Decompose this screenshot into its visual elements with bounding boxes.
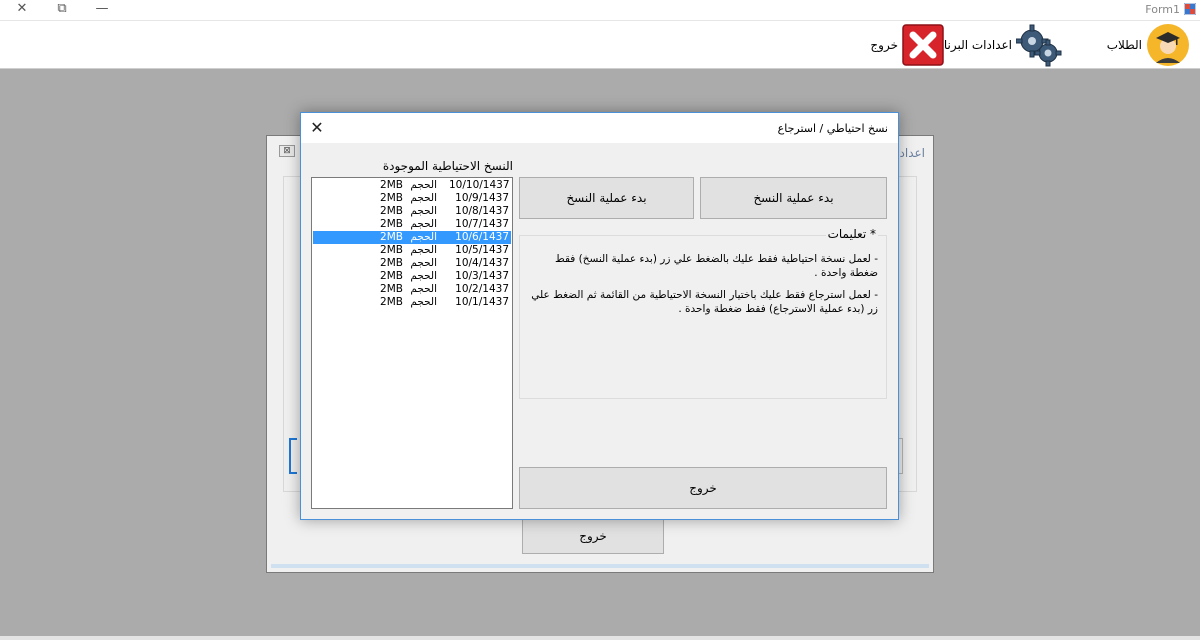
backup-date: 10/10/1437 — [449, 179, 510, 191]
backup-size-label: الحجم — [410, 270, 437, 282]
backup-size-label: الحجم — [410, 257, 437, 269]
backup-list-item[interactable]: 10/3/1437 الحجم 2MB — [313, 270, 511, 283]
toolbar-item-settings[interactable]: اعدادات البرنامج — [926, 21, 1062, 69]
instruction-backup: - لعمل نسخة احتياطية فقط عليك بالضغط علي… — [555, 253, 878, 279]
close-window-button[interactable]: ✕ — [2, 0, 42, 20]
window-title: Form1 — [1145, 3, 1180, 16]
dialog-title-bar: نسخ احتياطي / استرجاع ✕ — [301, 113, 898, 143]
restore-window-button[interactable]: ⧉ — [42, 0, 82, 20]
backup-list-item[interactable]: 10/10/1437 الحجم 2MB — [313, 179, 511, 192]
backup-size-label: الحجم — [410, 192, 437, 204]
settings-exit-button[interactable]: خروج — [522, 518, 664, 554]
backup-restore-dialog: نسخ احتياطي / استرجاع ✕ النسخ الاحتياطية… — [300, 112, 899, 520]
backup-list-item[interactable]: 10/7/1437 الحجم 2MB — [313, 218, 511, 231]
backup-size: 2MB — [380, 179, 403, 191]
gear-icon — [1016, 24, 1062, 67]
backup-date: 10/3/1437 — [455, 270, 509, 282]
instructions-text: - لعمل نسخة احتياطية فقط عليك بالضغط علي… — [524, 252, 878, 324]
backup-date: 10/8/1437 — [455, 205, 509, 217]
backup-size: 2MB — [380, 218, 403, 230]
toolbar-item-exit[interactable]: خروج — [866, 21, 944, 69]
instructions-group: * تعليمات - لعمل نسخة احتياطية فقط عليك … — [519, 227, 887, 399]
backup-list-item[interactable]: 10/2/1437 الحجم 2MB — [313, 283, 511, 296]
backup-size: 2MB — [380, 270, 403, 282]
backup-date: 10/6/1437 — [455, 231, 509, 243]
bottom-edge — [0, 636, 1200, 640]
minimize-window-button[interactable]: — — [82, 0, 122, 20]
backup-size-label: الحجم — [410, 179, 437, 191]
backup-size-label: الحجم — [410, 231, 437, 243]
settings-bottom-strip — [271, 564, 929, 568]
settings-focused-control[interactable] — [289, 438, 297, 474]
backup-list-item[interactable]: 10/8/1437 الحجم 2MB — [313, 205, 511, 218]
backup-date: 10/1/1437 — [455, 296, 509, 308]
instructions-title: * تعليمات — [825, 227, 878, 241]
red-x-icon — [902, 24, 944, 66]
main-title-bar: ✕ ⧉ — Form1 — [0, 0, 1200, 20]
dialog-close-button[interactable]: ✕ — [307, 118, 327, 138]
backup-list[interactable]: 10/10/1437 الحجم 2MB 10/9/1437 الحجم 2MB 10/8/… — [311, 177, 513, 509]
backup-size: 2MB — [380, 257, 403, 269]
dialog-exit-button[interactable]: خروج — [519, 467, 887, 509]
backup-date: 10/9/1437 — [455, 192, 509, 204]
toolbar-item-students[interactable]: الطلاب — [1103, 21, 1190, 69]
backup-size: 2MB — [380, 283, 403, 295]
backup-size-label: الحجم — [410, 244, 437, 256]
backup-date: 10/2/1437 — [455, 283, 509, 295]
backup-size: 2MB — [380, 205, 403, 217]
backup-size-label: الحجم — [410, 283, 437, 295]
backup-date: 10/4/1437 — [455, 257, 509, 269]
settings-close-icon[interactable]: ⊠ — [279, 145, 295, 157]
settings-window-title: اعداد — [899, 146, 925, 160]
backup-list-caption: النسخ الاحتياطية الموجودة — [382, 159, 513, 173]
backup-date: 10/7/1437 — [455, 218, 509, 230]
backup-list-item[interactable]: 10/9/1437 الحجم 2MB — [313, 192, 511, 205]
start-restore-button[interactable]: بدء عملية النسخ — [519, 177, 694, 219]
start-backup-button[interactable]: بدء عملية النسخ — [700, 177, 887, 219]
backup-list-item[interactable]: 10/4/1437 الحجم 2MB — [313, 257, 511, 270]
toolbar-label-students: الطلاب — [1106, 38, 1142, 52]
backup-size: 2MB — [380, 296, 403, 308]
backup-size: 2MB — [380, 244, 403, 256]
dialog-title: نسخ احتياطي / استرجاع — [777, 122, 888, 135]
app-icon — [1184, 3, 1196, 15]
backup-size: 2MB — [380, 231, 403, 243]
backup-size-label: الحجم — [410, 205, 437, 217]
backup-date: 10/5/1437 — [455, 244, 509, 256]
backup-list-item[interactable]: 10/6/1437 الحجم 2MB — [313, 231, 511, 244]
main-toolbar: الطلاب اعدادات البرنامج خروج — [0, 20, 1200, 69]
backup-size-label: الحجم — [410, 218, 437, 230]
toolbar-label-exit: خروج — [870, 38, 898, 52]
backup-size-label: الحجم — [410, 296, 437, 308]
instruction-restore: - لعمل استرجاع فقط عليك باختيار النسخة ا… — [531, 289, 878, 315]
backup-size: 2MB — [380, 192, 403, 204]
student-avatar-icon — [1147, 24, 1189, 66]
backup-list-item[interactable]: 10/1/1437 الحجم 2MB — [313, 296, 511, 309]
backup-list-item[interactable]: 10/5/1437 الحجم 2MB — [313, 244, 511, 257]
